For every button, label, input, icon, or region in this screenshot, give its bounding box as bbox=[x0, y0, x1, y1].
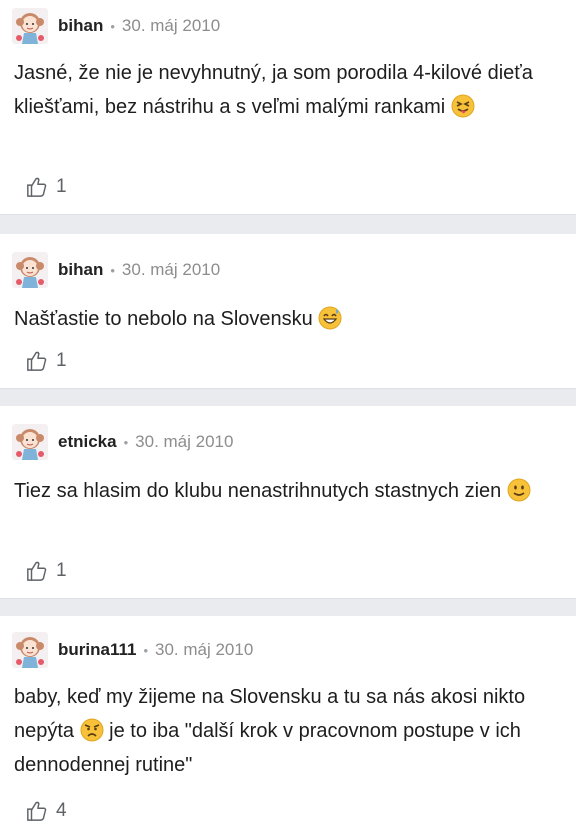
like-button[interactable]: 4 bbox=[26, 800, 67, 822]
comment-text-part: Tiez sa hlasim do klubu nenastrihnutych … bbox=[14, 480, 507, 502]
like-button[interactable]: 1 bbox=[26, 176, 67, 198]
comment-card: etnicka • 30. máj 2010 Tiez sa hlasim do… bbox=[0, 406, 576, 599]
meta-separator: • bbox=[143, 642, 148, 658]
thumbs-up-icon bbox=[27, 801, 47, 821]
thumbs-up-icon bbox=[27, 351, 47, 371]
girl-avatar-icon[interactable] bbox=[12, 8, 48, 44]
slight-smile-emoji bbox=[507, 478, 531, 502]
sweat-smile-emoji bbox=[318, 306, 342, 330]
comment-text: baby, keď my žijeme na Slovensku a tu sa… bbox=[14, 680, 566, 782]
meta-separator: • bbox=[110, 18, 115, 34]
comment-text: Jasné, že nie je nevyhnutný, ja som poro… bbox=[14, 56, 566, 124]
comment-date: 30. máj 2010 bbox=[121, 260, 221, 279]
comment-feed: bihan • 30. máj 2010 Jasné, že nie je ne… bbox=[0, 0, 576, 831]
author-name[interactable]: bihan bbox=[58, 260, 103, 280]
comment-header: etnicka • 30. máj 2010 bbox=[12, 424, 233, 460]
tongue-wink-emoji bbox=[451, 94, 475, 118]
comment-card: burina111 • 30. máj 2010 baby, keď my ži… bbox=[0, 616, 576, 831]
meta-separator: • bbox=[123, 434, 129, 450]
comment-header: bihan • 30. máj 2010 bbox=[12, 8, 220, 44]
like-count: 1 bbox=[56, 350, 67, 371]
like-button[interactable]: 1 bbox=[26, 560, 67, 582]
comment-date: 30. máj 2010 bbox=[121, 16, 221, 35]
like-count: 4 bbox=[56, 800, 67, 821]
comment-text-part: Našťastie to nebolo na Slovensku bbox=[14, 308, 319, 330]
comment-date: 30. máj 2010 bbox=[155, 640, 254, 659]
thumbs-up-icon bbox=[27, 561, 47, 581]
author-name[interactable]: bihan bbox=[58, 16, 103, 36]
comment-header: burina111 • 30. máj 2010 bbox=[12, 632, 253, 668]
comment-date: 30. máj 2010 bbox=[135, 432, 234, 451]
meta-separator: • bbox=[110, 262, 115, 278]
author-name[interactable]: etnicka bbox=[58, 432, 117, 452]
girl-avatar-icon[interactable] bbox=[12, 252, 48, 288]
author-name[interactable]: burina111 bbox=[58, 640, 136, 660]
comment-card: bihan • 30. máj 2010 Jasné, že nie je ne… bbox=[0, 0, 576, 215]
girl-avatar-icon[interactable] bbox=[12, 424, 48, 460]
like-button[interactable]: 1 bbox=[26, 350, 67, 372]
comment-header: bihan • 30. máj 2010 bbox=[12, 252, 220, 288]
thumbs-up-icon bbox=[27, 177, 47, 197]
comment-card: bihan • 30. máj 2010 Našťastie to nebolo… bbox=[0, 234, 576, 389]
like-count: 1 bbox=[56, 560, 67, 581]
comment-text: Tiez sa hlasim do klubu nenastrihnutych … bbox=[14, 474, 566, 508]
like-count: 1 bbox=[56, 176, 67, 197]
comment-text: Našťastie to nebolo na Slovensku bbox=[14, 302, 566, 336]
angry-face-emoji bbox=[80, 718, 104, 742]
girl-avatar-icon[interactable] bbox=[12, 632, 48, 668]
